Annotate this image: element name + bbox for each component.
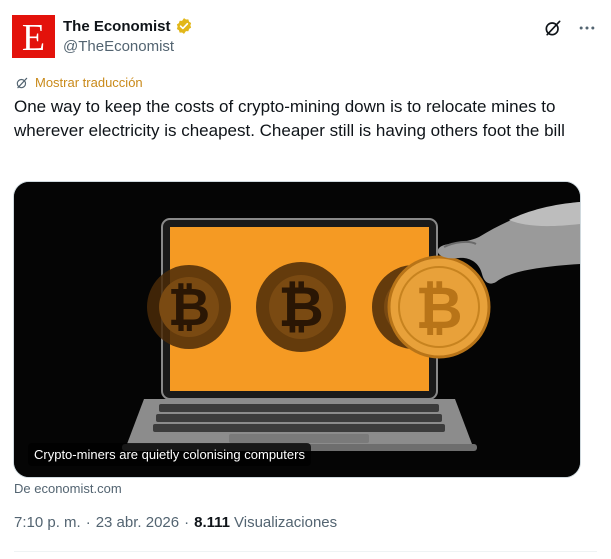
translate-link[interactable]: Mostrar traducción bbox=[15, 75, 143, 90]
bitcoin-coin-graphic-middle: ₿ bbox=[256, 262, 346, 352]
author-name[interactable]: The Economist bbox=[63, 18, 171, 35]
link-source[interactable]: De economist.com bbox=[14, 481, 122, 496]
verified-badge-icon[interactable] bbox=[175, 17, 193, 35]
meta-separator: · bbox=[184, 514, 190, 531]
gold-bitcoin-coin: ₿ bbox=[387, 255, 491, 359]
author-handle[interactable]: @TheEconomist bbox=[63, 38, 174, 55]
more-icon[interactable] bbox=[577, 18, 597, 38]
laptop-illustration-image: ₿ ₿ ₿ ₿ bbox=[14, 182, 580, 477]
bitcoin-coin-graphic-left: ₿ bbox=[147, 265, 231, 349]
author-avatar[interactable]: E bbox=[12, 15, 55, 58]
svg-text:₿: ₿ bbox=[168, 279, 210, 337]
views-count[interactable]: 8.111 bbox=[194, 514, 230, 531]
keyboard-graphic bbox=[153, 404, 445, 432]
tweet-text: One way to keep the costs of crypto-mini… bbox=[14, 97, 565, 140]
grok-icon[interactable] bbox=[543, 18, 563, 38]
tweet-meta: 7:10 p. m. · 23 abr. 2026 · 8.111 Visual… bbox=[14, 514, 337, 531]
views-label[interactable]: Visualizaciones bbox=[234, 514, 337, 531]
media-caption: Crypto-miners are quietly colonising com… bbox=[28, 443, 311, 466]
meta-separator: · bbox=[85, 514, 91, 531]
svg-text:₿: ₿ bbox=[278, 275, 324, 338]
economist-logo: E bbox=[21, 16, 46, 59]
author-name-row[interactable]: The Economist bbox=[63, 17, 193, 35]
tweet-date[interactable]: 23 abr. 2026 bbox=[96, 514, 179, 531]
tweet-media-card[interactable]: ₿ ₿ ₿ ₿ bbox=[13, 181, 581, 478]
translate-label[interactable]: Mostrar traducción bbox=[35, 75, 143, 90]
divider bbox=[14, 551, 597, 552]
tweet-top-actions bbox=[543, 18, 597, 38]
tweet-time[interactable]: 7:10 p. m. bbox=[14, 514, 81, 531]
svg-text:₿: ₿ bbox=[415, 276, 462, 341]
grok-translate-icon bbox=[16, 77, 28, 88]
